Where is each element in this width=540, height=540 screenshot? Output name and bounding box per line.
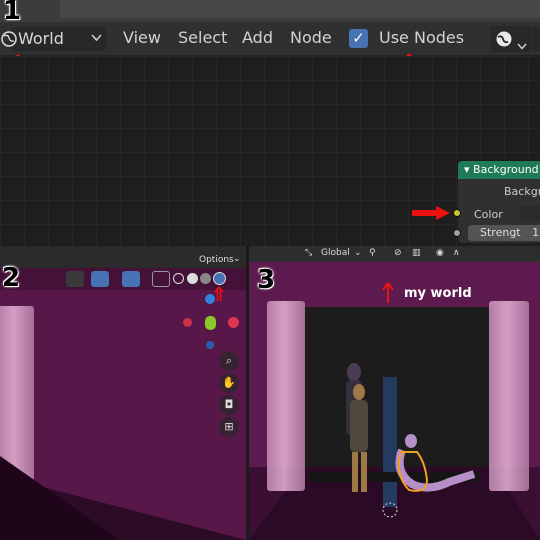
grid-view-icon[interactable]: ⊞ [219, 417, 239, 437]
xray-toggle-icon[interactable] [152, 271, 170, 287]
gizmo-x-axis[interactable] [228, 317, 239, 328]
falloff-icon[interactable]: ∧ [453, 248, 460, 258]
strength-label: Strengt [480, 226, 521, 239]
camera-icon[interactable]: ◘ [219, 395, 239, 415]
transform-orientation-icon[interactable]: ⤡ [305, 248, 312, 258]
background-output-label: Backgr [504, 185, 540, 198]
viewport-3[interactable]: ⤡ Global ⌄ ⚲ ⊘ ▥ ◉ ∧ my world [249, 246, 540, 540]
world-render-icon [495, 30, 513, 52]
overlay-toggle-icon[interactable] [122, 271, 140, 287]
chevron-down-icon: ⌄ [354, 248, 362, 258]
strength-socket[interactable] [453, 229, 461, 237]
snap-target-icon[interactable]: ▥ [412, 248, 421, 258]
gizmo-toggle-icon[interactable] [91, 271, 109, 287]
use-nodes-label[interactable]: Use Nodes [379, 28, 464, 47]
color-input-label: Color [474, 208, 503, 221]
pillar-left[interactable] [267, 301, 305, 491]
world-dropdown-label: World [18, 29, 64, 48]
step-badge-2: 2 [2, 263, 21, 293]
solid-shading-icon[interactable] [187, 273, 198, 284]
snap-icon[interactable]: ⊘ [394, 248, 402, 258]
render-world-button[interactable] [490, 26, 532, 52]
material-shading-icon[interactable] [200, 273, 211, 284]
pivot-icon[interactable]: ⚲ [369, 248, 376, 258]
visibility-icon[interactable] [66, 271, 84, 287]
floor-plane [0, 456, 246, 540]
rendered-shading-icon[interactable] [213, 272, 226, 285]
transform-orientation-dropdown[interactable]: Global [321, 248, 350, 258]
hand-pan-icon[interactable]: ✋ [219, 373, 239, 393]
viewport-2[interactable]: Options ⌄ ⌕ ✋ ◘ ⊞ [0, 246, 246, 540]
background-node[interactable]: ▾ Background Backgr Color Strengt 1. [457, 160, 540, 244]
gizmo-y-axis[interactable] [205, 316, 216, 330]
proportional-edit-icon[interactable]: ◉ [436, 248, 444, 258]
world-globe-icon [0, 30, 18, 52]
my-world-annotation: my world [404, 286, 472, 301]
color-input-field[interactable] [520, 206, 540, 221]
world-dropdown[interactable]: World [1, 27, 106, 51]
strength-value: 1. [532, 226, 540, 239]
header-overflow-button[interactable] [533, 26, 540, 52]
gizmo-neg-z-axis[interactable] [206, 341, 214, 349]
chevron-down-icon [517, 35, 527, 54]
gizmo-z-axis[interactable] [205, 294, 215, 304]
top-strip [0, 0, 540, 22]
menu-node[interactable]: Node [290, 28, 332, 47]
chevron-down-icon [91, 31, 102, 45]
annotation-arrow-rendered [214, 286, 224, 302]
color-socket[interactable] [453, 209, 461, 217]
background-node-title: Background [473, 163, 539, 176]
chevron-down-icon: ⌄ [233, 254, 241, 264]
menu-add[interactable]: Add [242, 28, 273, 47]
gizmo-neg-x-axis[interactable] [183, 318, 192, 327]
zoom-icon[interactable]: ⌕ [219, 351, 239, 371]
background-node-header[interactable]: ▾ Background [458, 161, 540, 179]
options-button[interactable]: Options [199, 255, 234, 265]
strength-field[interactable]: Strengt 1. [468, 225, 540, 241]
use-nodes-checkbox[interactable]: ✓ [349, 29, 368, 48]
wireframe-shading-icon[interactable] [173, 273, 184, 284]
top-strip-highlight [60, 0, 540, 18]
annotation-arrow-world-color [382, 282, 394, 304]
menu-select[interactable]: Select [178, 28, 227, 47]
step-badge-3: 3 [257, 265, 276, 295]
annotation-arrow-color-socket [412, 205, 452, 221]
pillar-right[interactable] [489, 301, 529, 491]
menu-view[interactable]: View [123, 28, 161, 47]
